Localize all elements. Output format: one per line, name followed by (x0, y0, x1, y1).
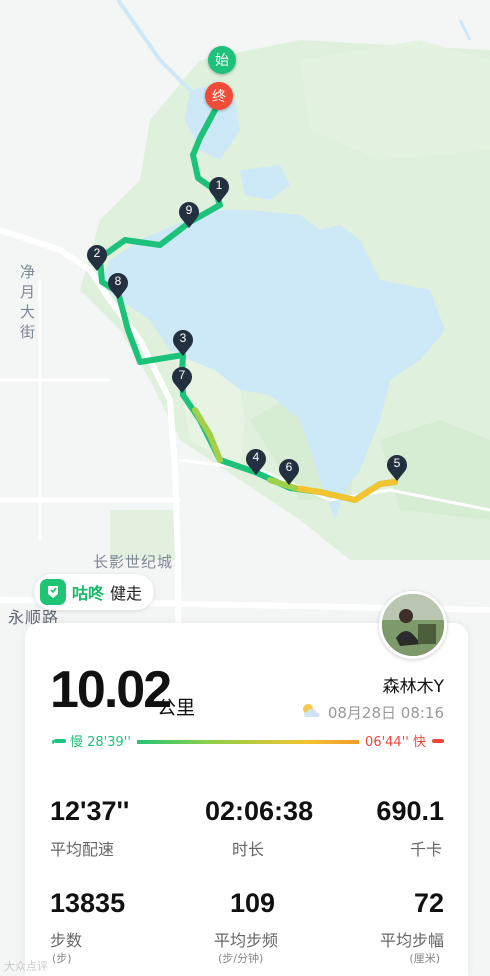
km-marker-4[interactable]: 4 (244, 446, 268, 476)
km-marker-label: 3 (179, 331, 187, 345)
datetime-text: 08月28日 08:16 (327, 704, 444, 722)
stride-value: 72 (413, 888, 444, 918)
calories-label: 千卡 (409, 840, 442, 859)
km-marker-label: 2 (93, 246, 101, 260)
cadence-value: 109 (230, 888, 276, 918)
brand-name: 咕咚 (72, 584, 105, 603)
km-marker-8[interactable]: 8 (106, 270, 130, 300)
app-brand-badge[interactable]: 咕咚 健走 (34, 574, 155, 610)
km-marker-1[interactable]: 1 (207, 174, 231, 204)
steps-unit: (步) (52, 952, 72, 965)
duration-label: 时长 (232, 840, 265, 859)
partly-cloudy-icon (300, 703, 322, 723)
activity-datetime: 08月28日 08:16 (300, 702, 444, 723)
km-marker-label: 9 (185, 203, 193, 217)
end-marker-label: 终 (212, 89, 226, 105)
watermark: 大众点评 (4, 960, 48, 973)
cadence-unit: (步/分钟) (218, 952, 264, 965)
distance-unit: 公里 (157, 697, 196, 719)
calories-value: 690.1 (376, 796, 444, 826)
duration-value: 02:06:38 (205, 796, 314, 826)
km-marker-7[interactable]: 7 (170, 364, 194, 394)
stride-unit: (厘米) (409, 952, 440, 965)
km-marker-6[interactable]: 6 (277, 456, 301, 486)
km-marker-label: 8 (114, 274, 122, 288)
km-marker-label: 4 (252, 450, 260, 464)
gudong-logo-icon (40, 579, 66, 605)
km-marker-label: 7 (178, 368, 186, 382)
km-marker-label: 5 (393, 456, 401, 470)
distance-value: 10.02 (50, 661, 172, 719)
road-label-jingyue: 净月大街 (20, 263, 37, 341)
start-marker[interactable]: 始 (208, 46, 236, 74)
km-marker-9[interactable]: 9 (177, 199, 201, 229)
avg-pace-label: 平均配速 (50, 840, 115, 859)
start-marker-label: 始 (215, 53, 229, 69)
activity-mode: 健走 (110, 584, 143, 603)
km-marker-2[interactable]: 2 (85, 242, 109, 272)
cadence-label: 平均步频 (214, 931, 279, 950)
pace-fastest-label: 06'44'' 快 (359, 731, 444, 750)
road-label-changying: 长影世纪城 (93, 553, 174, 571)
km-marker-5[interactable]: 5 (385, 452, 409, 482)
avatar[interactable] (379, 591, 447, 659)
stride-label: 平均步幅 (379, 931, 444, 950)
steps-value: 13835 (50, 888, 126, 918)
steps-label: 步数 (50, 931, 83, 950)
km-marker-label: 6 (285, 460, 293, 474)
km-marker-3[interactable]: 3 (171, 327, 195, 357)
km-marker-label: 1 (215, 178, 223, 192)
avg-pace-value: 12'37'' (50, 796, 130, 826)
pace-slowest-label: 慢 28'39'' (54, 731, 137, 750)
end-marker[interactable]: 终 (205, 82, 233, 110)
username[interactable]: 森林木Y (383, 672, 444, 697)
